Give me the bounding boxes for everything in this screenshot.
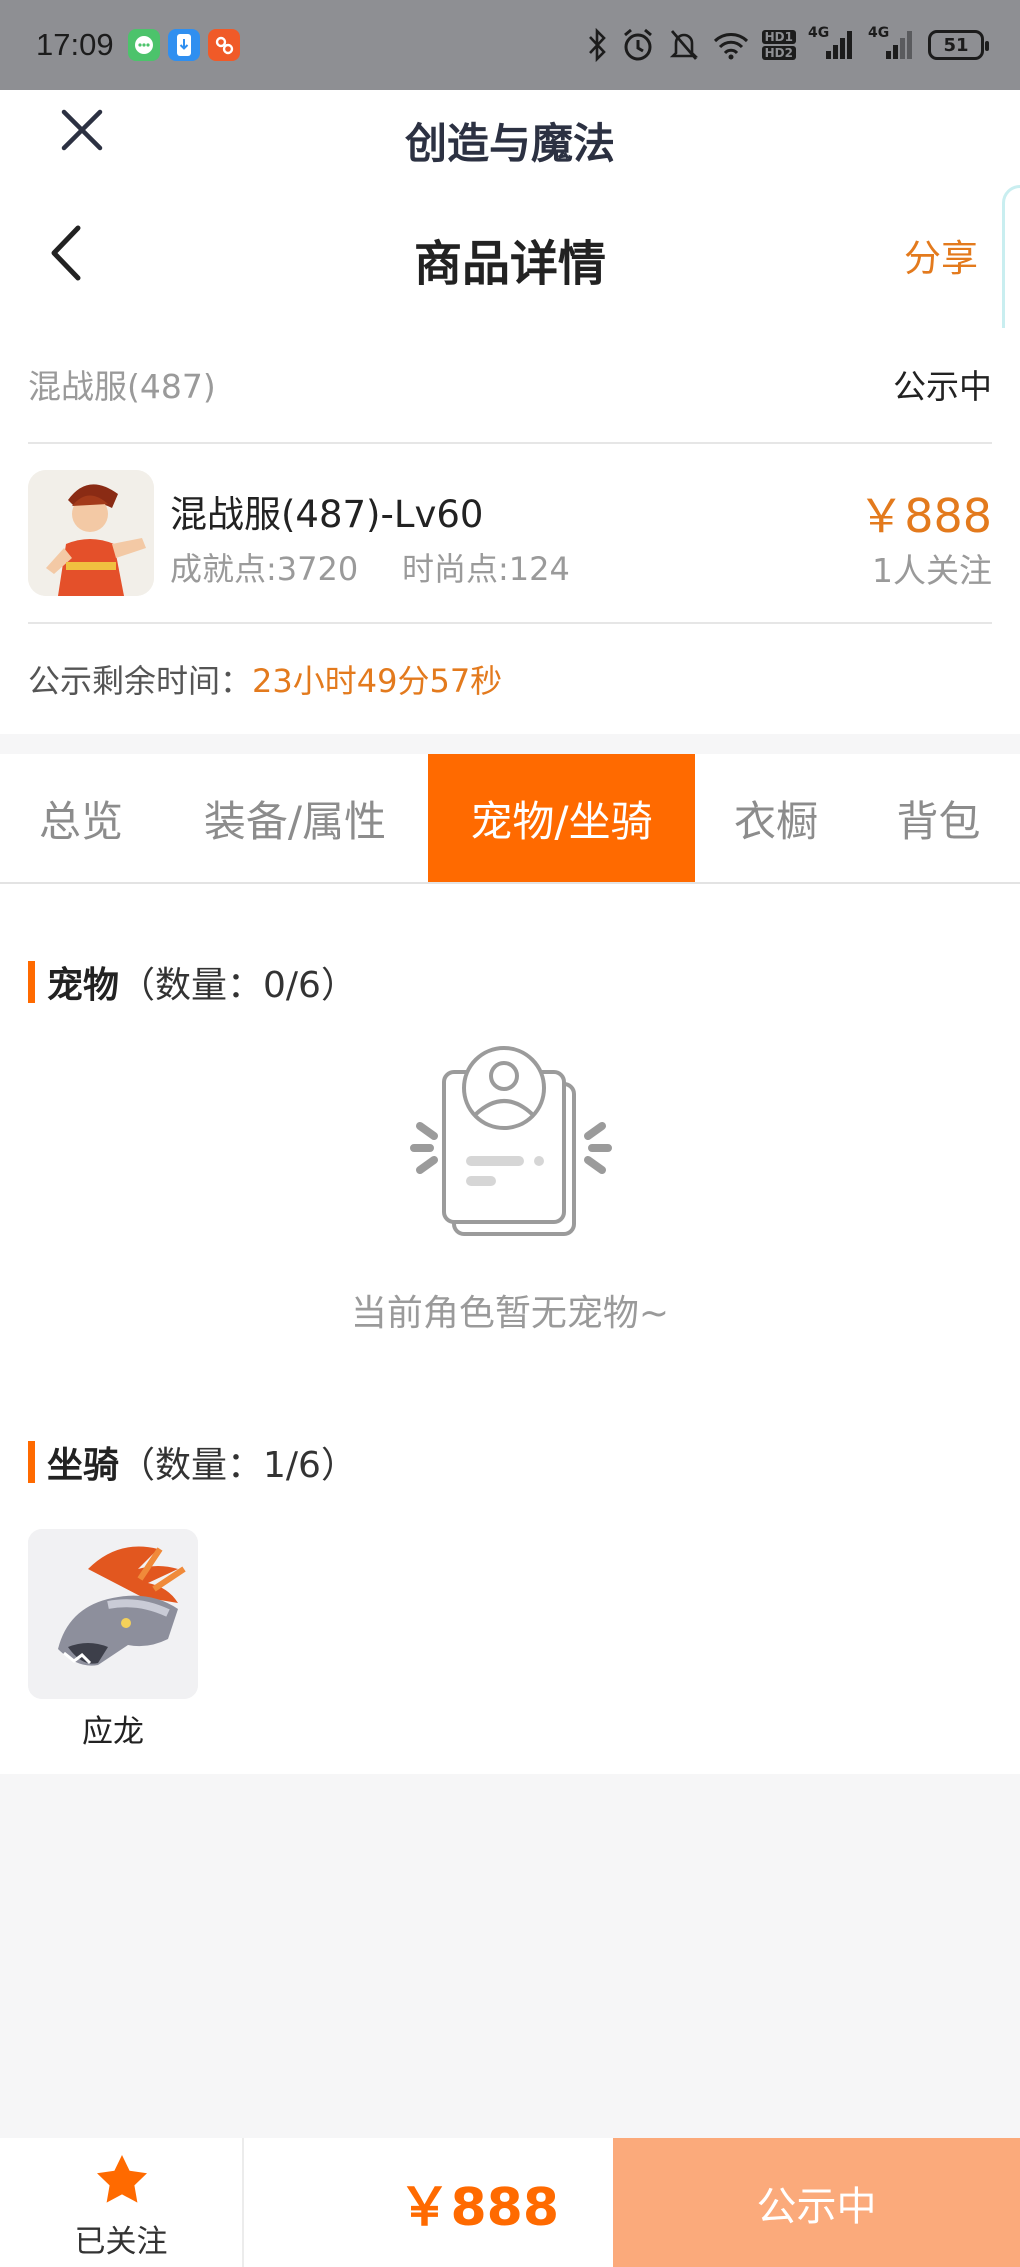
section-accent-bar: [28, 1441, 35, 1483]
pets-title: 宠物: [47, 965, 120, 1006]
publicity-status-button[interactable]: 公示中: [613, 2138, 1020, 2267]
signal-icon-1: 4G: [808, 25, 856, 65]
mounts-section-header: 坐骑 （数量：1/6）: [28, 1436, 357, 1488]
mounts-count: （数量：1/6）: [119, 1445, 357, 1486]
follow-label: 已关注: [74, 2224, 168, 2260]
alarm-icon: [620, 25, 656, 65]
section-accent-bar: [28, 961, 35, 1003]
wifi-icon: [712, 25, 750, 65]
status-time: 17:09: [36, 27, 114, 62]
bottom-price: ￥888: [398, 2178, 559, 2238]
app-title-bar: 创造与魔法: [0, 90, 1020, 178]
tab-overview[interactable]: 总览: [0, 754, 162, 882]
mount-name: 应龙: [82, 1714, 144, 1750]
remaining-time-label: 公示剩余时间：: [28, 662, 253, 700]
item-row[interactable]: 混战服(487)-Lv60 成就点:3720 时尚点:124 ￥888 1人关注: [28, 444, 992, 624]
mount-card[interactable]: [28, 1529, 198, 1699]
tab-pets-mounts[interactable]: 宠物/坐骑: [428, 754, 695, 882]
pets-section-header: 宠物 （数量：0/6）: [28, 956, 357, 1008]
mute-bell-icon: [668, 25, 700, 65]
status-bar: 17:09 HD1 HD2 4G 4G 51: [0, 0, 1020, 90]
character-avatar: [28, 470, 154, 596]
messages-app-icon: [127, 29, 160, 61]
tab-content: 宠物 （数量：0/6） 当前角色暂无宠物~ 坐骑 （数量：1/6） 应龙: [0, 884, 1020, 1774]
server-name: 混战服(487): [28, 367, 216, 406]
star-icon: [97, 2155, 147, 2203]
pets-count: （数量：0/6）: [119, 965, 357, 1006]
share-button[interactable]: 分享: [904, 228, 978, 282]
tab-wardrobe[interactable]: 衣橱: [695, 754, 857, 882]
publicity-status: 公示中: [893, 367, 992, 406]
empty-pets-text: 当前角色暂无宠物~: [350, 1293, 670, 1334]
signal-icon-2: 4G: [868, 25, 916, 65]
listing-info: 混战服(487) 公示中 混战服(487)-Lv60 成就点:3720 时尚点:…: [0, 328, 1020, 734]
hd-icon: HD1 HD2: [761, 25, 796, 65]
tab-equipment[interactable]: 装备/属性: [162, 754, 428, 882]
item-title: 混战服(487)-Lv60: [170, 493, 484, 536]
achievement-points: 成就点:3720: [170, 550, 359, 588]
follower-count: 1人关注: [872, 551, 992, 590]
bluetooth-icon: [586, 25, 608, 65]
mounts-title: 坐骑: [47, 1445, 120, 1486]
page-header: 商品详情 分享: [0, 178, 1020, 328]
download-app-icon: [167, 29, 200, 61]
follow-button[interactable]: 已关注: [0, 2138, 244, 2267]
detail-tabs: 总览 装备/属性 宠物/坐骑 衣橱 背包: [0, 754, 1020, 884]
fashion-points: 时尚点:124: [402, 550, 570, 588]
item-price: ￥888: [858, 489, 992, 543]
app-title: 创造与魔法: [404, 119, 615, 168]
tab-backpack[interactable]: 背包: [857, 754, 1020, 882]
dragon-mount-image: [28, 1529, 198, 1699]
battery-icon: 51: [928, 30, 989, 60]
remaining-time: 公示剩余时间：23小时49分57秒: [28, 656, 502, 702]
screen: 17:09 HD1 HD2 4G 4G 51 创造与魔法 商品详情 分享 混战服…: [0, 0, 1020, 2267]
bottom-action-bar: 已关注 ￥888 公示中: [0, 2138, 1020, 2267]
empty-pet-icon: [410, 1046, 612, 1236]
server-row: 混战服(487) 公示中: [28, 328, 992, 444]
remaining-time-value: 23小时49分57秒: [252, 662, 503, 700]
page-title: 商品详情: [413, 236, 606, 292]
app-notification-icon: [207, 29, 240, 61]
